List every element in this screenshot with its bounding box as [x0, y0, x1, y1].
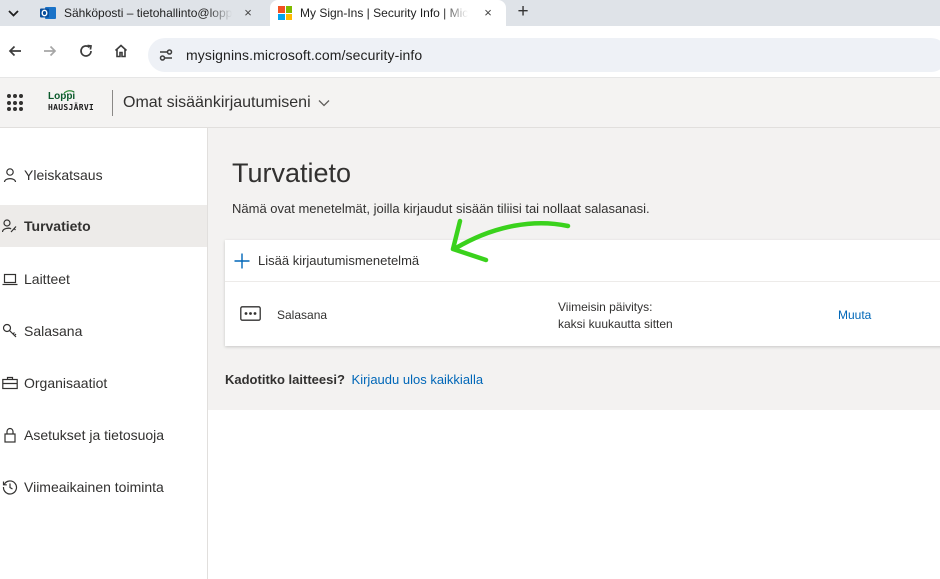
sidebar-item-settings-privacy[interactable]: Asetukset ja tietosuoja [0, 414, 207, 456]
logo-text-top: Loppi [48, 91, 76, 102]
lost-device-question: Kadotitko laitteesi? [225, 372, 345, 387]
sidebar-item-label: Asetukset ja tietosuoja [24, 427, 165, 443]
key-icon [0, 321, 20, 341]
person-icon [0, 165, 20, 185]
close-icon[interactable]: × [240, 5, 256, 21]
microsoft-icon [278, 6, 292, 20]
tab-search-dropdown-icon[interactable] [0, 2, 26, 24]
logo-text-bottom: HAUSJÄRVI [48, 103, 95, 112]
sidebar-item-devices[interactable]: Laitteet [0, 258, 207, 300]
laptop-icon [0, 269, 20, 289]
app-header: Loppi HAUSJÄRVI Omat sisäänkirjautumisen… [0, 78, 940, 128]
lost-device-section: Kadotitko laitteesi? Kirjaudu ulos kaikk… [225, 372, 483, 387]
page-description: Nämä ovat menetelmät, joilla kirjaudut s… [232, 201, 650, 216]
app-title: Omat sisäänkirjautumiseni [123, 94, 311, 111]
security-methods-card: Lisää kirjautumismenetelmä Salasana Viim… [225, 240, 940, 346]
method-row-password: Salasana Viimeisin päivitys: kaksi kuuka… [225, 282, 940, 346]
back-arrow-icon[interactable] [4, 40, 26, 62]
change-password-link[interactable]: Muuta [838, 308, 871, 322]
forward-arrow-icon[interactable] [39, 40, 61, 62]
sidebar-item-label: Laitteet [24, 271, 70, 287]
outlook-icon [40, 5, 56, 21]
url-text[interactable]: mysignins.microsoft.com/security-info [186, 47, 422, 63]
last-updated-label: Viimeisin päivitys: [558, 300, 653, 314]
sidebar-item-overview[interactable]: Yleiskatsaus [0, 154, 207, 196]
sidebar-item-label: Organisaatiot [24, 375, 108, 391]
header-divider [112, 90, 113, 116]
sidebar-item-label: Viimeaikainen toiminta [24, 479, 164, 495]
history-icon [0, 477, 20, 497]
home-icon[interactable] [110, 40, 132, 62]
sidebar-item-password[interactable]: Salasana [0, 310, 207, 352]
sign-out-everywhere-link[interactable]: Kirjaudu ulos kaikkialla [352, 372, 484, 387]
site-info-icon[interactable] [154, 43, 178, 67]
method-name: Salasana [277, 308, 328, 322]
tab-outlook[interactable]: Sähköposti – tietohallinto@loppi.fi × [30, 0, 266, 26]
reload-icon[interactable] [75, 40, 97, 62]
address-bar[interactable]: mysignins.microsoft.com/security-info [148, 38, 940, 72]
app-launcher-icon[interactable] [7, 94, 25, 112]
tab-title: Sähköposti – tietohallinto@loppi.fi [64, 6, 232, 20]
add-method-label: Lisää kirjautumismenetelmä [258, 253, 420, 268]
tab-title: My Sign-Ins | Security Info | Microsoft [300, 6, 468, 20]
sidebar-item-organizations[interactable]: Organisaatiot [0, 362, 207, 404]
sidebar-item-recent-activity[interactable]: Viimeaikainen toiminta [0, 466, 207, 508]
browser-toolbar: mysignins.microsoft.com/security-info [0, 26, 940, 78]
sidebar-item-label: Yleiskatsaus [24, 167, 103, 183]
sidebar-item-label: Salasana [24, 323, 83, 339]
briefcase-icon [0, 373, 20, 393]
sidebar: Yleiskatsaus Turvatieto Laitteet Salasan… [0, 128, 208, 579]
organization-logo: Loppi HAUSJÄRVI [44, 90, 96, 115]
lock-icon [0, 425, 20, 445]
sidebar-item-label: Turvatieto [24, 218, 91, 234]
chevron-down-icon [318, 100, 330, 107]
last-updated-value: kaksi kuukautta sitten [558, 317, 673, 331]
page-title: Turvatieto [232, 158, 352, 188]
add-sign-in-method-button[interactable]: Lisää kirjautumismenetelmä [225, 240, 940, 282]
sidebar-item-security-info[interactable]: Turvatieto [0, 205, 207, 247]
close-icon[interactable]: × [480, 5, 496, 21]
password-dots-icon [240, 306, 261, 321]
plus-icon [234, 253, 250, 268]
app-title-dropdown[interactable]: Omat sisäänkirjautumiseni [123, 94, 330, 112]
key-person-icon [0, 216, 20, 236]
main-content: Turvatieto Nämä ovat menetelmät, joilla … [208, 128, 940, 410]
tab-my-sign-ins[interactable]: My Sign-Ins | Security Info | Microsoft … [270, 0, 506, 26]
new-tab-button[interactable]: + [512, 2, 534, 24]
browser-tab-strip: Sähköposti – tietohallinto@loppi.fi × My… [0, 0, 940, 26]
